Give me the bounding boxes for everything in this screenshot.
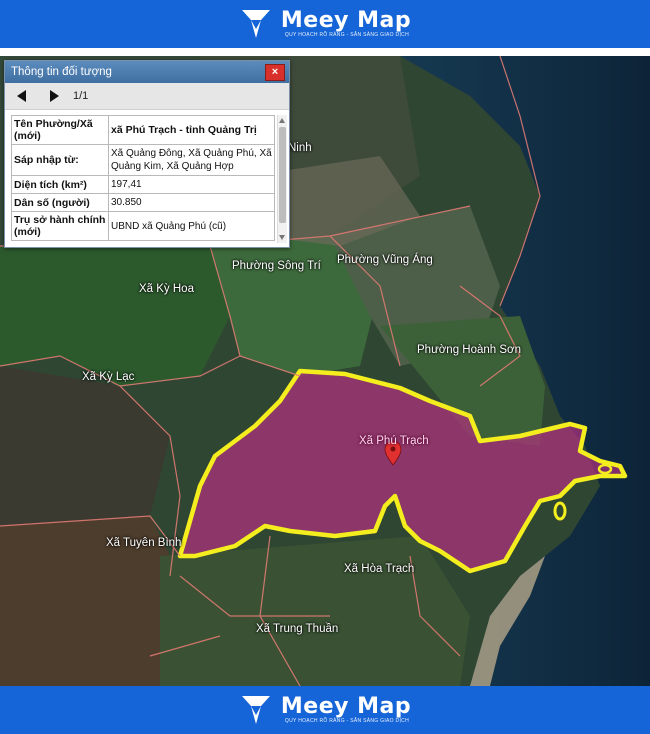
row-key: Diện tích (km²) <box>11 175 109 194</box>
triangle-left-icon <box>17 90 26 102</box>
map-label-hoanh-son: Phường Hoành Sơn <box>417 344 521 356</box>
info-table: Tên Phường/Xã (mới) xã Phú Trạch - tỉnh … <box>11 115 275 241</box>
map-label-ky-lac: Xã Kỳ Lạc <box>82 371 135 383</box>
bottom-brand-bar: Meey Map QUY HOẠCH RÕ RÀNG - SẴN SÀNG GI… <box>0 686 650 734</box>
brand-name-bottom: Meey Map <box>280 693 412 719</box>
meey-logo-icon <box>241 10 270 38</box>
row-value: 30.850 <box>108 193 275 212</box>
map-label-ky-hoa: Xã Kỳ Hoa <box>139 283 194 295</box>
brand-tagline: QUY HOẠCH RÕ RÀNG - SẴN SÀNG GIAO DỊCH <box>284 31 409 38</box>
brand-logo-group-bottom: Meey Map QUY HOẠCH RÕ RÀNG - SẴN SÀNG GI… <box>239 693 411 727</box>
map-label-tuyen-binh: Xã Tuyên Bình <box>106 537 182 549</box>
info-table-container[interactable]: Tên Phường/Xã (mới) xã Phú Trạch - tỉnh … <box>11 115 279 247</box>
triangle-right-icon <box>50 90 59 102</box>
brand-tagline-bottom: QUY HOẠCH RÕ RÀNG - SẴN SÀNG GIAO DỊCH <box>284 717 409 724</box>
brand-logo-group: Meey Map QUY HOẠCH RÕ RÀNG - SẴN SÀNG GI… <box>239 7 411 41</box>
row-value: xã Phú Trạch - tỉnh Quảng Trị <box>108 115 275 145</box>
brand-name: Meey Map <box>280 7 412 33</box>
scroll-down-icon[interactable] <box>279 235 285 240</box>
map-label-hoa-trach: Xã Hòa Trạch <box>344 563 415 575</box>
scroll-thumb[interactable] <box>279 127 286 223</box>
previous-button[interactable] <box>11 86 33 106</box>
map-label-ninh: Ninh <box>288 142 312 154</box>
row-value: UBND xã Quảng Phú (cũ) <box>108 211 275 241</box>
table-row: Diện tích (km²) 197,41 <box>11 175 275 194</box>
pager-count: 1/1 <box>73 90 89 102</box>
meey-logo-icon <box>241 696 270 724</box>
map-label-song-tri: Phường Sông Trí <box>232 260 321 272</box>
next-button[interactable] <box>43 86 65 106</box>
row-value: 197,41 <box>108 175 275 194</box>
row-key: Dân số (người) <box>11 193 109 212</box>
close-icon: × <box>271 66 279 78</box>
row-key: Tên Phường/Xã (mới) <box>11 115 109 145</box>
row-value: Xã Quảng Đông, Xã Quảng Phú, Xã Quảng Ki… <box>108 144 275 176</box>
table-row: Tên Phường/Xã (mới) xã Phú Trạch - tỉnh … <box>11 115 275 145</box>
row-key: Trụ sở hành chính (mới) <box>11 211 109 241</box>
row-key: Sáp nhập từ: <box>11 144 109 176</box>
panel-scrollbar[interactable] <box>277 115 287 243</box>
table-row: Sáp nhập từ: Xã Quảng Đông, Xã Quảng Phú… <box>11 144 275 176</box>
panel-header: Thông tin đối tượng × <box>5 61 289 83</box>
panel-pager: 1/1 <box>5 83 289 110</box>
top-brand-bar: Meey Map QUY HOẠCH RÕ RÀNG - SẴN SÀNG GI… <box>0 0 650 48</box>
close-button[interactable]: × <box>265 64 285 81</box>
table-row: Trụ sở hành chính (mới) UBND xã Quảng Ph… <box>11 211 275 241</box>
panel-title: Thông tin đối tượng <box>11 66 112 78</box>
top-divider <box>0 48 650 56</box>
scroll-up-icon[interactable] <box>279 118 285 123</box>
map-label-phu-trach: Xã Phú Trạch <box>359 435 429 447</box>
object-info-panel: Thông tin đối tượng × 1/1 Tên Phường/Xã … <box>4 60 290 248</box>
map-label-vung-ang: Phường Vũng Áng <box>337 254 433 266</box>
map-label-trung-thuan: Xã Trung Thuần <box>256 623 339 635</box>
table-row: Dân số (người) 30.850 <box>11 193 275 212</box>
